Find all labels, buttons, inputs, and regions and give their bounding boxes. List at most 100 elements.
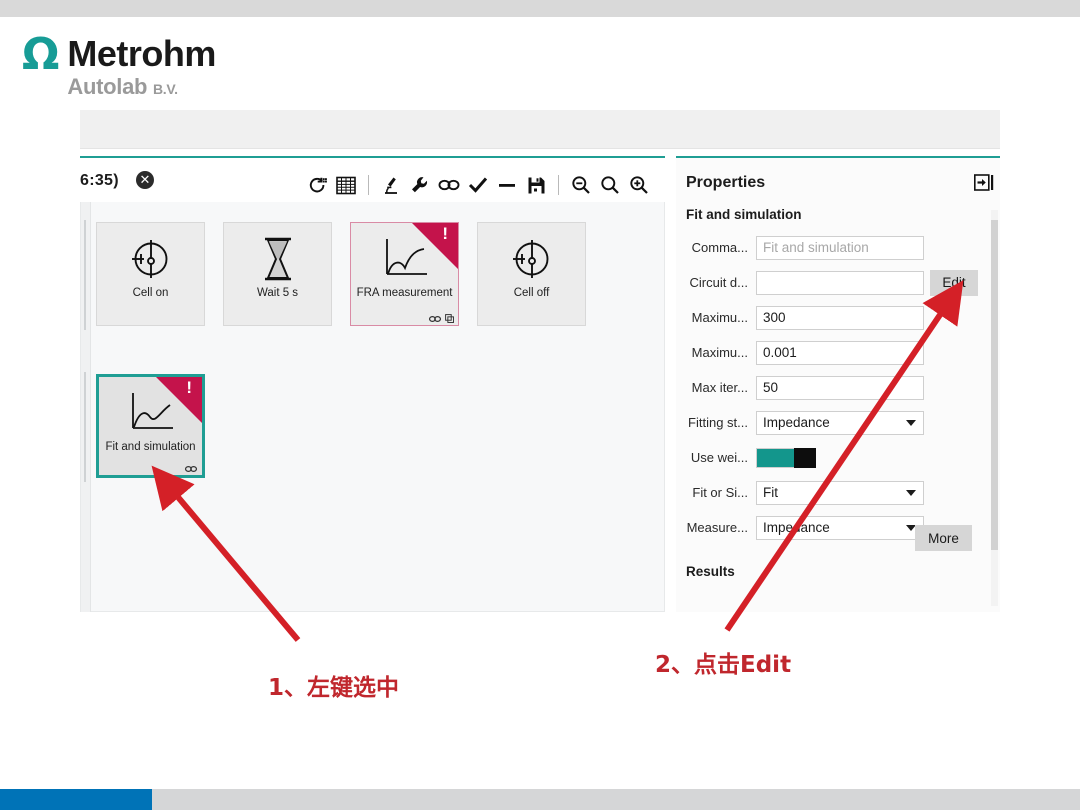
properties-subtitle: Fit and simulation <box>686 207 802 222</box>
logo-brand: Metrohm <box>67 33 216 74</box>
field-label: Measure... <box>686 520 748 535</box>
editor-tab-title[interactable]: 6:35) <box>80 172 119 190</box>
select-value: Impedance <box>763 415 830 430</box>
procedure-tile-fit-and-simulation[interactable]: ! Fit and simulation <box>96 374 205 478</box>
more-button[interactable]: More <box>915 525 972 551</box>
checkmark-icon[interactable] <box>466 173 490 197</box>
select-value: Fit <box>763 485 778 500</box>
properties-scrollbar[interactable] <box>991 210 998 606</box>
procedure-row-1: Cell on Wait 5 s ! FRA measurement Cell … <box>96 222 586 326</box>
warning-exclamation-icon: ! <box>442 224 448 243</box>
field-label: Use wei... <box>690 450 748 465</box>
zoom-in-icon[interactable] <box>627 173 651 197</box>
procedure-tile-cell-off[interactable]: Cell off <box>477 222 586 326</box>
hourglass-icon <box>260 235 296 283</box>
tile-label: Cell on <box>132 287 169 299</box>
properties-form: Comma... Fit and simulation Circuit d...… <box>676 232 1000 547</box>
app-header-bar <box>80 110 1000 149</box>
chevron-down-icon <box>906 489 916 496</box>
procedure-tile-cell-on[interactable]: Cell on <box>96 222 205 326</box>
slide-bottom-accent <box>0 789 152 810</box>
slide-top-band <box>0 0 1080 17</box>
field-label: Fit or Si... <box>692 485 748 500</box>
field-row-maximum-0001: Maximu... 0.001 <box>676 337 1000 368</box>
select-value: Impedance <box>763 520 830 535</box>
use-weighting-toggle[interactable] <box>756 447 816 468</box>
chevron-down-icon <box>906 419 916 426</box>
circuit-description-input[interactable] <box>756 270 924 295</box>
refresh-loop-icon[interactable] <box>305 173 329 197</box>
editor-tab-bar: 6:35) ✕ <box>80 160 665 202</box>
procedure-canvas[interactable]: Cell on Wait 5 s ! FRA measurement Cell … <box>80 202 665 612</box>
maximum-iterations-input[interactable]: 300 <box>756 305 924 330</box>
omega-icon: Ω <box>22 29 60 80</box>
field-label: Maximu... <box>691 345 748 360</box>
gutter-mark <box>84 372 86 482</box>
slide-bottom-band <box>0 789 1080 810</box>
tile-label: Fit and simulation <box>105 441 196 453</box>
nova-application-window: 6:35) ✕ Cell on Wait 5 s ! FRA measureme… <box>80 110 1000 612</box>
annotation-step-1-label: 1、左键选中 <box>268 675 400 701</box>
dock-right-icon[interactable] <box>974 174 994 192</box>
cell-on-icon <box>128 235 174 283</box>
logo-suffix: B.V. <box>153 81 178 97</box>
field-label: Comma... <box>691 240 748 255</box>
zoom-reset-icon[interactable] <box>598 173 622 197</box>
warning-corner-flag <box>412 223 458 269</box>
procedure-tile-wait[interactable]: Wait 5 s <box>223 222 332 326</box>
link-chain-icon[interactable] <box>437 173 461 197</box>
max-iterations-input[interactable]: 50 <box>756 375 924 400</box>
link-chain-icon <box>184 465 198 473</box>
field-label: Maximu... <box>691 310 748 325</box>
tile-label: Wait 5 s <box>256 287 299 299</box>
logo-product: Autolab <box>67 74 148 99</box>
toolbar-separator <box>558 175 559 195</box>
cell-off-icon <box>509 235 555 283</box>
save-floppy-icon[interactable] <box>524 173 548 197</box>
link-chain-icon <box>428 315 442 322</box>
tile-label: Cell off <box>513 287 550 299</box>
maximum-error-input[interactable]: 0.001 <box>756 340 924 365</box>
metrohm-autolab-logo: Ω Metrohm Autolab B.V. <box>22 29 216 102</box>
field-row-fitting-strategy: Fitting st... Impedance <box>676 407 1000 438</box>
field-row-maximum-300: Maximu... 300 <box>676 302 1000 333</box>
properties-pane: Properties Fit and simulation Comma... F… <box>676 156 1000 612</box>
warning-exclamation-icon: ! <box>186 378 192 397</box>
gutter-mark <box>84 220 86 330</box>
properties-title: Properties <box>686 174 766 191</box>
grid-table-icon[interactable] <box>334 173 358 197</box>
canvas-gutter <box>81 202 91 612</box>
field-row-fit-or-simulate: Fit or Si... Fit <box>676 477 1000 508</box>
tile-badges <box>184 465 198 473</box>
field-row-circuit-description: Circuit d... Edit <box>676 267 1000 298</box>
warning-corner-flag <box>156 377 202 423</box>
close-icon[interactable]: ✕ <box>136 171 154 189</box>
command-input[interactable]: Fit and simulation <box>756 235 924 260</box>
measurement-select[interactable]: Impedance <box>756 515 924 540</box>
field-label: Circuit d... <box>689 275 748 290</box>
logo-wordmark: Metrohm Autolab B.V. <box>67 36 216 102</box>
scrollbar-thumb[interactable] <box>991 220 998 550</box>
wrench-icon[interactable] <box>408 173 432 197</box>
field-row-command: Comma... Fit and simulation <box>676 232 1000 263</box>
procedure-row-2: ! Fit and simulation <box>96 374 205 478</box>
toolbar-separator <box>368 175 369 195</box>
minus-icon[interactable] <box>495 173 519 197</box>
copy-icon <box>445 314 454 323</box>
logo-product-line: Autolab B.V. <box>67 74 216 102</box>
zoom-out-icon[interactable] <box>569 173 593 197</box>
procedure-tile-fra-measurement[interactable]: ! FRA measurement <box>350 222 459 326</box>
fitting-strategy-select[interactable]: Impedance <box>756 410 924 435</box>
procedure-editor-pane: 6:35) ✕ Cell on Wait 5 s ! FRA measureme… <box>80 156 665 612</box>
tile-label: FRA measurement <box>356 287 453 299</box>
field-label: Max iter... <box>691 380 748 395</box>
microscope-icon[interactable] <box>379 173 403 197</box>
editor-toolbar <box>305 172 651 198</box>
toggle-knob <box>794 447 816 468</box>
fit-or-simulate-select[interactable]: Fit <box>756 480 924 505</box>
annotation-step-2-label: 2、点击Edit <box>655 652 792 678</box>
edit-button[interactable]: Edit <box>930 269 978 296</box>
field-row-use-weighting: Use wei... <box>676 442 1000 473</box>
tile-badges <box>428 314 454 323</box>
results-section-title: Results <box>686 564 735 579</box>
